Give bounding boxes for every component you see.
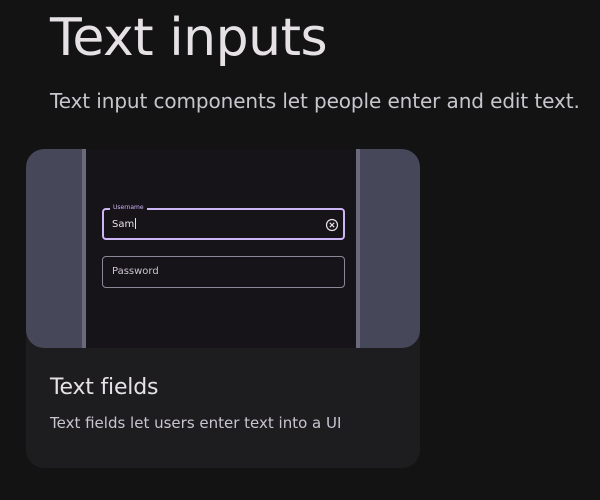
password-field[interactable]: Password (102, 256, 345, 288)
page-subtitle: Text input components let people enter a… (50, 89, 580, 113)
username-field-label: Username (110, 204, 147, 212)
username-field-value[interactable]: Sam (112, 218, 137, 231)
username-value-text: Sam (112, 219, 135, 230)
card-preview-image: Username Sam Password (26, 149, 420, 348)
clear-icon[interactable] (325, 217, 339, 232)
username-field[interactable]: Username Sam (102, 204, 345, 240)
card-title[interactable]: Text fields (50, 375, 158, 400)
page-title: Text inputs (50, 8, 328, 68)
card-description: Text fields let users enter text into a … (50, 414, 342, 432)
preview-phone-screen: Username Sam Password (82, 149, 360, 348)
password-field-placeholder: Password (112, 266, 159, 277)
text-caret (135, 218, 137, 229)
page: Text inputs Text input components let pe… (0, 0, 600, 500)
text-fields-card[interactable]: Username Sam Password Text fields Text f (26, 149, 420, 468)
